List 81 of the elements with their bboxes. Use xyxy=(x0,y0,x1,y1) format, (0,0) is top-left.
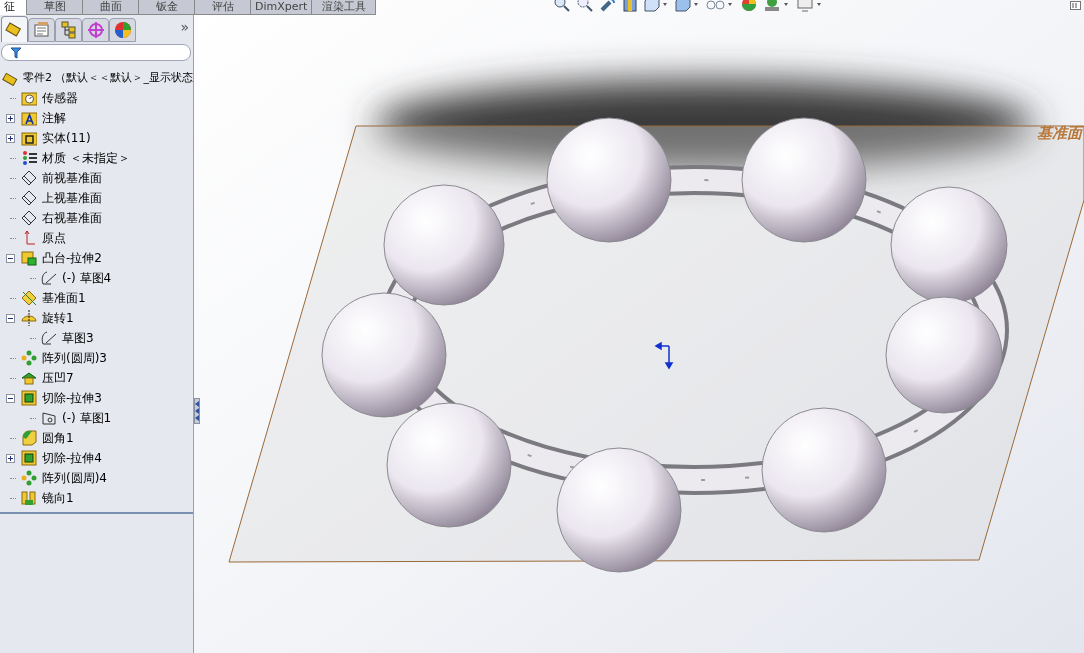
command-tab[interactable]: 曲面 xyxy=(83,0,139,15)
indent-icon xyxy=(21,370,37,386)
filter-field[interactable] xyxy=(1,44,191,61)
glasses-icon[interactable] xyxy=(706,0,734,12)
plane-icon xyxy=(21,190,37,206)
tree-item[interactable]: 切除-拉伸3 xyxy=(42,389,102,407)
material-icon xyxy=(21,150,37,166)
crosshair-icon xyxy=(85,20,106,40)
tree-item[interactable]: (-) 草图1 xyxy=(62,409,112,427)
sensor-folder-icon xyxy=(21,90,37,106)
zoom-area-icon[interactable] xyxy=(577,0,593,12)
cut-extrude-icon xyxy=(21,450,37,466)
collapse-handle[interactable] xyxy=(194,398,200,424)
extrude-icon xyxy=(21,250,37,266)
tree-root[interactable]: 零件2 （默认＜＜默认＞_显示状态 xyxy=(23,69,193,87)
plane-icon xyxy=(21,210,37,226)
collapse-toggle[interactable] xyxy=(6,393,15,403)
tree-item[interactable]: 旋转1 xyxy=(42,309,74,327)
mirror-icon xyxy=(21,490,37,506)
tree-item[interactable]: 切除-拉伸4 xyxy=(42,449,102,467)
tree-item[interactable]: 右视基准面 xyxy=(42,209,102,227)
color-wheel-icon xyxy=(112,20,133,40)
more-tabs-button[interactable]: » xyxy=(180,17,189,38)
plane-icon xyxy=(21,170,37,186)
tree-item[interactable]: 实体(11) xyxy=(42,129,91,147)
annotation-folder-icon xyxy=(21,110,37,126)
panel-tab[interactable] xyxy=(109,18,136,42)
command-tab[interactable]: 钣金 xyxy=(139,0,195,15)
collapse-toggle[interactable] xyxy=(6,253,15,263)
command-tab[interactable]: 渲染工具 xyxy=(312,0,377,15)
command-tab[interactable]: DimXpert xyxy=(251,0,313,15)
expand-toggle[interactable] xyxy=(6,113,15,123)
tree-item[interactable]: 压凹7 xyxy=(42,369,74,387)
tree-item[interactable]: 阵列(圆周)4 xyxy=(42,469,107,487)
tree-item[interactable]: 基准面1 xyxy=(42,289,86,307)
collapse-toggle[interactable] xyxy=(6,313,15,323)
tree-item[interactable]: 传感器 xyxy=(42,89,78,107)
tree-item[interactable]: 镜向1 xyxy=(42,489,74,507)
cut-extrude-icon xyxy=(21,390,37,406)
tree-item[interactable]: 阵列(圆周)3 xyxy=(42,349,107,367)
tree-item[interactable]: 凸台-拉伸2 xyxy=(42,249,102,267)
sketch-icon xyxy=(41,410,57,426)
monitor-icon[interactable] xyxy=(797,0,823,12)
command-tab[interactable]: 评估 xyxy=(195,0,251,15)
circular-pattern-icon xyxy=(21,350,37,366)
panel-tab[interactable] xyxy=(82,18,109,42)
expand-toggle[interactable] xyxy=(6,133,15,143)
configuration-icon xyxy=(58,20,79,40)
sketch-icon xyxy=(41,270,57,286)
panel-tab[interactable] xyxy=(55,18,82,42)
tree-item[interactable]: (-) 草图4 xyxy=(62,269,112,287)
viewport-menu-icon[interactable] xyxy=(1070,1,1081,10)
tree-item[interactable]: 上视基准面 xyxy=(42,189,102,207)
display-style-icon[interactable] xyxy=(675,0,699,12)
tree-item[interactable]: 前视基准面 xyxy=(42,169,102,187)
tree-item[interactable]: 草图3 xyxy=(62,329,94,347)
tree-item[interactable]: 原点 xyxy=(42,229,66,247)
scene-icon[interactable] xyxy=(764,0,790,12)
panel-tab[interactable] xyxy=(1,16,28,42)
command-tab[interactable]: 征 xyxy=(0,0,27,15)
part-icon xyxy=(2,70,18,86)
appearance-icon[interactable] xyxy=(741,0,757,12)
fillet-icon xyxy=(21,430,37,446)
tree-item[interactable]: 注解 xyxy=(42,109,66,127)
sketch-icon xyxy=(41,330,57,346)
reference-plane-icon xyxy=(21,290,37,306)
axis-triad-icon xyxy=(654,341,674,370)
section-view-icon[interactable] xyxy=(623,0,637,12)
expand-toggle[interactable] xyxy=(6,453,15,463)
solid-body-folder-icon xyxy=(21,130,37,146)
property-sheet-icon xyxy=(31,20,52,40)
command-tab[interactable]: 草图 xyxy=(27,0,83,15)
view-orientation-icon[interactable] xyxy=(644,0,668,12)
circular-pattern-icon xyxy=(21,470,37,486)
plane-label: 基准面 xyxy=(1037,123,1082,144)
panel-tab[interactable] xyxy=(28,18,55,42)
tree-item[interactable]: 材质 ＜未指定＞ xyxy=(42,149,130,167)
filter-icon xyxy=(10,46,22,59)
tree-item[interactable]: 圆角1 xyxy=(42,429,74,447)
zoom-fit-icon[interactable] xyxy=(554,0,570,12)
revolve-icon xyxy=(21,310,37,326)
